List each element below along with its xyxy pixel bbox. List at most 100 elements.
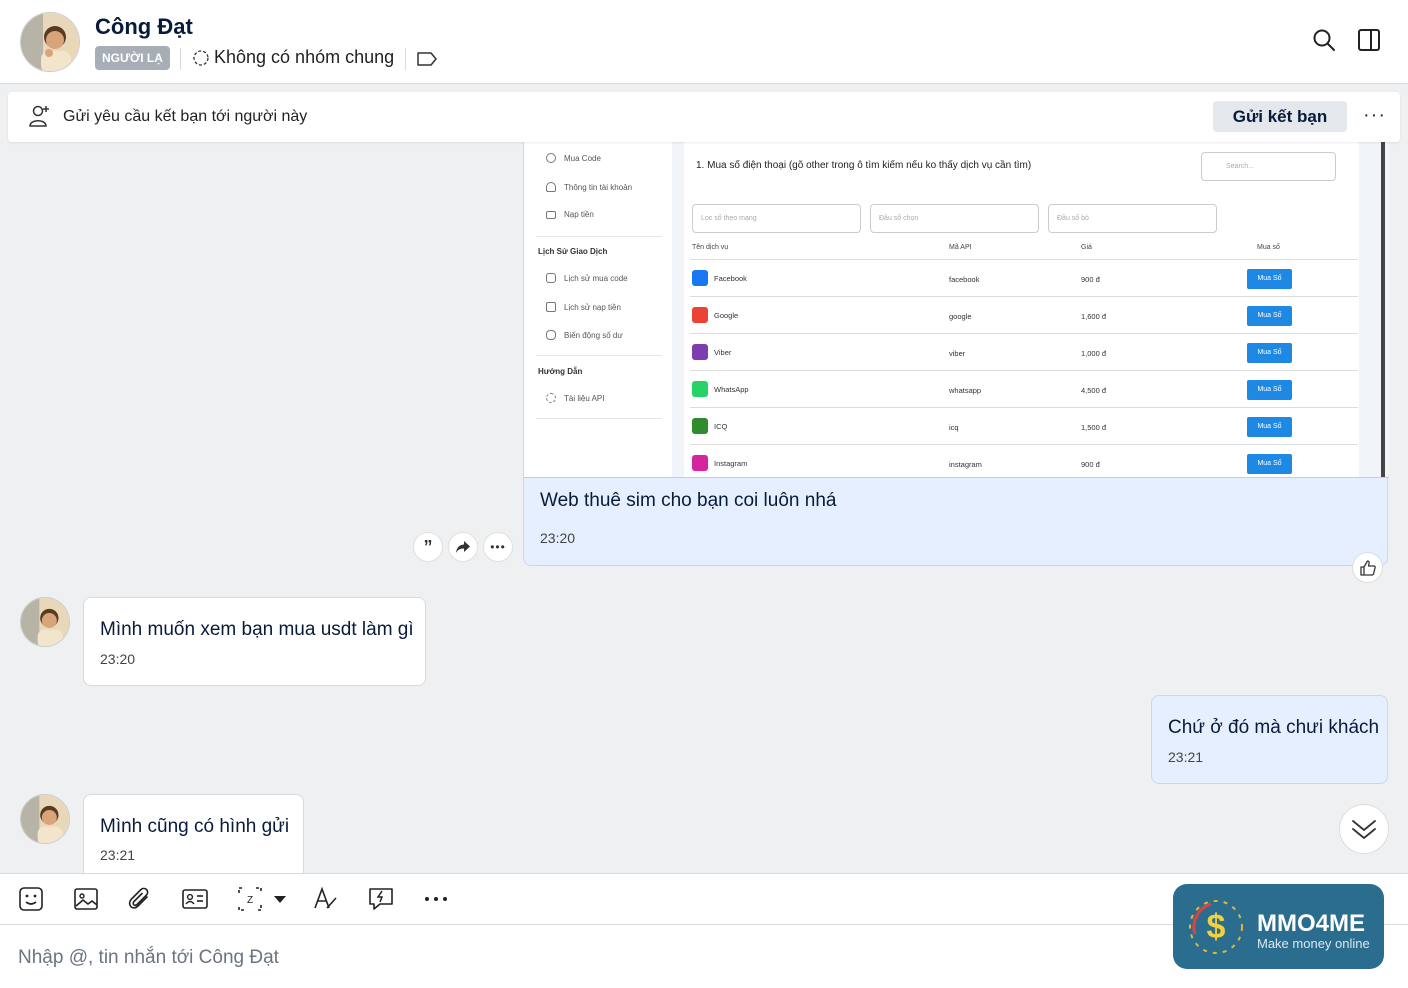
text-format-icon[interactable] [313, 886, 339, 912]
api-cell: facebook [949, 275, 980, 284]
table-row: Instagram instagram 900 đ Mua Số [690, 444, 1358, 477]
message-text: Web thuê sim cho bạn coi luôn nhá [540, 490, 837, 511]
price-cell: 900 đ [1081, 460, 1100, 469]
buy-number-button[interactable]: Mua Số [1247, 306, 1292, 326]
screenshot-gap [672, 142, 684, 477]
contact-name[interactable]: Công Đạt [95, 14, 193, 40]
shared-screenshot[interactable]: Mua Code Thông tin tài khoản Nạp tiền Lị… [524, 142, 1389, 478]
column-header: Giá [1081, 244, 1092, 251]
sidebar-item: Lịch sử mua code [546, 273, 628, 283]
message-time: 23:20 [100, 651, 136, 667]
service-icon [692, 307, 708, 323]
message-time: 23:20 [540, 530, 576, 546]
chat-header: Công Đạt NGƯỜI LẠ Không có nhóm chung [0, 0, 1408, 84]
service-cell: Google [692, 307, 738, 323]
table-row: Facebook facebook 900 đ Mua Số [690, 259, 1358, 296]
table-row: ICQ icq 1,500 đ Mua Số [690, 407, 1358, 444]
quote-button[interactable]: ” [413, 532, 443, 562]
api-cell: whatsapp [949, 386, 982, 395]
sidebar-item: Thông tin tài khoản [546, 182, 632, 192]
column-header: Mua số [1257, 244, 1280, 251]
message-bubble[interactable]: Mình muốn xem bạn mua usdt làm gì 23:20 [83, 597, 426, 686]
column-header: Tên dịch vụ [692, 244, 729, 251]
screenshot-main: 1. Mua số điện thoại (gõ other trong ô t… [684, 142, 1359, 477]
tag-icon[interactable] [416, 50, 438, 68]
dollar-logo-icon: $ [1189, 900, 1243, 954]
buy-number-button[interactable]: Mua Số [1247, 343, 1292, 363]
more-icon: ••• [490, 540, 506, 554]
buy-number-button[interactable]: Mua Số [1247, 380, 1292, 400]
quick-message-icon[interactable] [368, 886, 394, 912]
send-friend-request-button[interactable]: Gửi kết bạn [1213, 101, 1347, 132]
watermark-brand: MMO4ME [1257, 910, 1365, 937]
screenshot-filter-exclude: Đầu số bỏ [1048, 204, 1217, 233]
price-cell: 1,000 đ [1081, 349, 1107, 358]
sender-avatar[interactable] [20, 794, 70, 844]
thumbs-up-icon [1359, 559, 1376, 576]
image-icon[interactable] [73, 886, 99, 912]
forward-icon [456, 541, 470, 553]
react-button[interactable] [1352, 552, 1383, 583]
caret-down-icon[interactable] [273, 895, 287, 905]
buy-number-button[interactable]: Mua Số [1247, 454, 1292, 474]
watermark-slogan: Make money online [1257, 936, 1370, 951]
api-cell: google [949, 312, 972, 321]
forward-button[interactable] [448, 532, 478, 562]
friend-bar-more-button[interactable]: ··· [1363, 104, 1386, 127]
contact-card-icon[interactable] [182, 886, 208, 912]
api-cell: viber [949, 349, 966, 358]
sidebar-item: Mua Code [546, 153, 601, 163]
api-cell: instagram [949, 460, 982, 469]
contact-avatar[interactable] [20, 12, 80, 72]
attachment-icon[interactable] [127, 886, 153, 912]
sender-avatar[interactable] [20, 597, 70, 647]
table-row: Viber viber 1,000 đ Mua Số [690, 333, 1358, 370]
screenshot-search: Search... [1201, 152, 1336, 181]
screenshot-sidebar: Mua Code Thông tin tài khoản Nạp tiền Lị… [524, 142, 672, 477]
sidebar-item: Nạp tiền [546, 210, 594, 219]
svg-text:$: $ [1207, 908, 1226, 946]
service-icon [692, 344, 708, 360]
panel-toggle-icon[interactable] [1357, 28, 1381, 52]
watermark-logo: $ MMO4ME Make money online [1173, 884, 1384, 969]
friend-request-bar: Gửi yêu cầu kết bạn tới người này Gửi kế… [8, 92, 1400, 142]
service-cell: ICQ [692, 418, 727, 434]
divider [536, 236, 662, 237]
message-input[interactable]: Nhập @, tin nhắn tới Công Đạt [18, 947, 279, 969]
friend-request-text: Gửi yêu cầu kết bạn tới người này [63, 108, 308, 125]
screenshot-icon[interactable]: Z [237, 886, 263, 912]
service-icon [692, 455, 708, 471]
message-bubble[interactable]: Chứ ở đó mà chưi khách 23:21 [1151, 695, 1388, 784]
search-icon[interactable] [1312, 28, 1336, 52]
stranger-badge: NGƯỜI LẠ [95, 46, 170, 70]
column-header: Mã API [949, 244, 972, 251]
sidebar-section: Lịch Sử Giao Dịch [538, 247, 608, 256]
message-bubble[interactable]: Mình cũng có hình gửi 23:21 [83, 794, 304, 880]
quote-icon: ” [423, 537, 433, 557]
service-icon [692, 270, 708, 286]
add-user-icon [29, 105, 49, 127]
sidebar-section: Hướng Dẫn [538, 367, 583, 376]
message-time: 23:21 [1168, 749, 1204, 765]
service-icon [692, 381, 708, 397]
table-row: WhatsApp whatsapp 4,500 đ Mua Số [690, 370, 1358, 407]
more-actions-button[interactable]: ••• [483, 532, 513, 562]
divider [180, 48, 181, 70]
price-cell: 1,600 đ [1081, 312, 1107, 321]
message-time: 23:21 [100, 847, 136, 863]
message-text: Mình muốn xem bạn mua usdt làm gì [100, 619, 414, 640]
image-message[interactable]: Mua Code Thông tin tài khoản Nạp tiền Lị… [523, 142, 1389, 566]
scroll-to-bottom-button[interactable] [1339, 804, 1389, 854]
more-options-icon[interactable] [424, 896, 448, 902]
buy-number-button[interactable]: Mua Số [1247, 417, 1292, 437]
divider [536, 355, 662, 356]
service-icon [692, 418, 708, 434]
common-groups[interactable]: Không có nhóm chung [192, 47, 394, 68]
service-cell: Instagram [692, 455, 747, 471]
table-row: Google google 1,600 đ Mua Số [690, 296, 1358, 333]
buy-number-button[interactable]: Mua Số [1247, 269, 1292, 289]
price-cell: 900 đ [1081, 275, 1100, 284]
price-cell: 1,500 đ [1081, 423, 1107, 432]
sticker-icon[interactable] [18, 886, 44, 912]
api-cell: icq [949, 423, 959, 432]
